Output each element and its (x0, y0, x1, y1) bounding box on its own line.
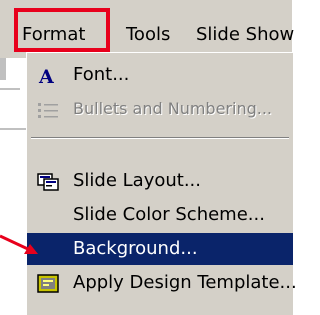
format-dropdown-menu: A Font... Bullets and Numbering... Slide… (26, 52, 297, 315)
menu-item-font[interactable]: A Font... (27, 59, 293, 91)
menu-item-slide-color-scheme-label: Slide Color Scheme... (73, 204, 265, 225)
menu-tools[interactable]: Tools (126, 22, 170, 48)
bullets-icon (37, 99, 59, 119)
annotation-arrow-icon (0, 234, 38, 254)
menu-item-apply-design-template-label: Apply Design Template... (73, 272, 297, 293)
menu-item-bullets-numbering: Bullets and Numbering... (27, 93, 293, 125)
format-highlight-box (14, 8, 110, 52)
menu-slide-show[interactable]: Slide Show (196, 22, 294, 48)
menu-tools-label: Tools (126, 24, 171, 45)
menu-item-apply-design-template[interactable]: Apply Design Template... (27, 267, 297, 299)
font-icon: A (37, 65, 59, 88)
left-background (0, 58, 26, 314)
menu-item-font-label: Font... (73, 64, 130, 85)
menu-item-bullets-label: Bullets and Numbering... (73, 99, 273, 118)
svg-text:A: A (38, 66, 54, 86)
menu-item-slide-layout[interactable]: Slide Layout... (27, 165, 293, 197)
menu-item-background[interactable]: Background... (27, 233, 293, 265)
design-template-icon (37, 273, 59, 293)
menu-slide-show-label: Slide Show (196, 24, 295, 45)
menu-separator (31, 137, 289, 139)
slide-layout-icon (37, 171, 59, 191)
menu-item-slide-color-scheme[interactable]: Slide Color Scheme... (27, 199, 293, 231)
menu-item-slide-layout-label: Slide Layout... (73, 170, 202, 191)
menu-item-background-label: Background... (73, 238, 198, 259)
